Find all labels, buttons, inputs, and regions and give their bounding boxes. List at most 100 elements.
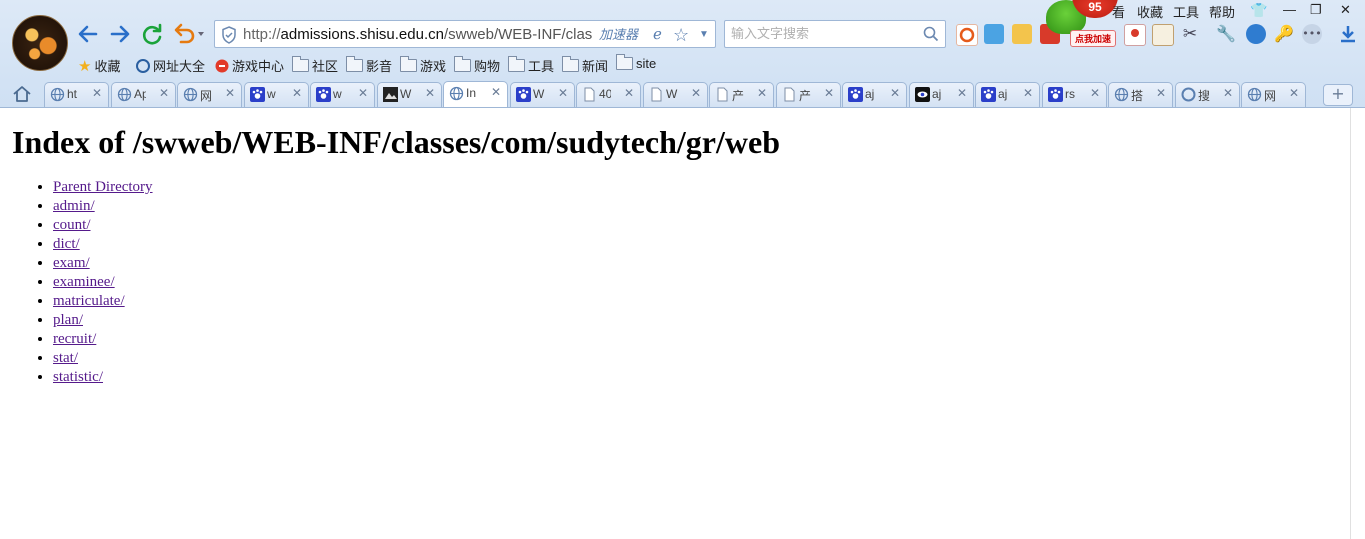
tab[interactable]: W ✕ xyxy=(643,82,708,107)
menu-item-help[interactable]: 帮助 xyxy=(1209,2,1235,21)
tab[interactable]: aj ✕ xyxy=(975,82,1040,107)
bookmark-folder-community[interactable]: 社区 xyxy=(292,56,338,75)
tab[interactable]: 网 ✕ xyxy=(1241,82,1306,107)
tab[interactable]: 产 ✕ xyxy=(709,82,774,107)
address-dropdown-icon[interactable]: ▼ xyxy=(699,21,709,49)
tab[interactable]: w ✕ xyxy=(310,82,375,107)
close-tab-icon[interactable]: ✕ xyxy=(292,86,302,100)
sogou-extension-icon[interactable] xyxy=(956,24,978,46)
vertical-scrollbar[interactable] xyxy=(1350,108,1365,539)
tab[interactable]: 产 ✕ xyxy=(776,82,841,107)
menu-item-tools[interactable]: 工具 xyxy=(1173,2,1199,21)
tab[interactable]: 40 ✕ xyxy=(576,82,641,107)
tab-active[interactable]: In ✕ xyxy=(443,81,508,107)
key-icon[interactable]: 🔑 xyxy=(1274,24,1294,44)
bookmark-folder-shopping[interactable]: 购物 xyxy=(454,56,500,75)
map-pin-extension-icon[interactable] xyxy=(1124,24,1146,46)
tab[interactable]: 搭 ✕ xyxy=(1108,82,1173,107)
download-icon[interactable] xyxy=(1338,24,1358,44)
notepad-extension-icon[interactable] xyxy=(1152,24,1174,46)
tab[interactable]: W ✕ xyxy=(377,82,442,107)
dir-link-count[interactable]: count/ xyxy=(53,217,91,233)
tab[interactable]: Ap ✕ xyxy=(111,82,176,107)
tab[interactable]: w ✕ xyxy=(244,82,309,107)
dir-link-examinee[interactable]: examinee/ xyxy=(53,274,115,290)
close-window-button[interactable]: ✕ xyxy=(1340,2,1351,18)
forward-button[interactable] xyxy=(108,22,132,46)
close-tab-icon[interactable]: ✕ xyxy=(1090,86,1100,100)
close-tab-icon[interactable]: ✕ xyxy=(1023,86,1033,100)
tab[interactable]: aj ✕ xyxy=(842,82,907,107)
page-icon xyxy=(649,87,664,102)
close-tab-icon[interactable]: ✕ xyxy=(358,86,368,100)
tab[interactable]: W ✕ xyxy=(510,82,575,107)
bookmark-folder-games[interactable]: 游戏 xyxy=(400,56,446,75)
tab[interactable]: ht ✕ xyxy=(44,82,109,107)
bookmark-site-directory[interactable]: 网址大全 xyxy=(136,56,205,75)
accelerator-label[interactable]: 加速器 xyxy=(599,21,638,49)
bookmark-folder-site[interactable]: site xyxy=(616,54,656,71)
restore-button[interactable]: ❐ xyxy=(1310,2,1322,18)
close-tab-icon[interactable]: ✕ xyxy=(691,86,701,100)
cloud-extension-icon[interactable] xyxy=(984,24,1004,44)
close-tab-icon[interactable]: ✕ xyxy=(1223,86,1233,100)
dir-link-admin[interactable]: admin/ xyxy=(53,198,95,214)
security-shield-icon[interactable] xyxy=(221,26,237,44)
close-tab-icon[interactable]: ✕ xyxy=(159,86,169,100)
user-avatar[interactable] xyxy=(12,15,68,71)
dir-link-matriculate[interactable]: matriculate/ xyxy=(53,293,125,309)
speedup-button[interactable]: 点我加速 xyxy=(1070,30,1117,47)
screen-extension-icon[interactable] xyxy=(1012,24,1032,44)
close-tab-icon[interactable]: ✕ xyxy=(225,86,235,100)
scissors-icon[interactable]: ✂ xyxy=(1180,24,1200,44)
tab[interactable]: rs ✕ xyxy=(1042,82,1107,107)
refresh-button[interactable] xyxy=(140,22,164,46)
close-tab-icon[interactable]: ✕ xyxy=(491,85,501,99)
close-tab-icon[interactable]: ✕ xyxy=(425,86,435,100)
close-tab-icon[interactable]: ✕ xyxy=(624,86,634,100)
ie-compat-icon[interactable]: ℯ xyxy=(653,21,662,49)
dir-link-dict[interactable]: dict/ xyxy=(53,236,80,252)
dir-link-recruit[interactable]: recruit/ xyxy=(53,331,96,347)
tab[interactable]: 网 ✕ xyxy=(177,82,242,107)
back-button[interactable] xyxy=(76,22,100,46)
home-icon[interactable] xyxy=(12,85,32,103)
close-tab-icon[interactable]: ✕ xyxy=(890,86,900,100)
skin-icon[interactable]: 👕 xyxy=(1250,2,1267,19)
close-tab-icon[interactable]: ✕ xyxy=(957,86,967,100)
url-text[interactable]: http://admissions.shisu.edu.cn/swweb/WEB… xyxy=(243,21,592,49)
undo-close-tab-button[interactable] xyxy=(172,22,204,46)
bookmark-folder-media[interactable]: 影音 xyxy=(346,56,392,75)
close-tab-icon[interactable]: ✕ xyxy=(1156,86,1166,100)
dir-link-stat[interactable]: stat/ xyxy=(53,350,78,366)
dir-link-plan[interactable]: plan/ xyxy=(53,312,83,328)
dir-link-statistic[interactable]: statistic/ xyxy=(53,369,103,385)
paw-icon xyxy=(316,87,331,102)
browser-logo-icon[interactable] xyxy=(1246,24,1266,44)
undo-icon xyxy=(174,23,204,44)
minimize-button[interactable]: — xyxy=(1283,2,1296,17)
search-icon[interactable] xyxy=(923,26,939,42)
bookmark-game-center[interactable]: 游戏中心 xyxy=(215,56,284,75)
close-tab-icon[interactable]: ✕ xyxy=(92,86,102,100)
new-tab-button[interactable]: + xyxy=(1323,84,1353,106)
address-bar[interactable]: http://admissions.shisu.edu.cn/swweb/WEB… xyxy=(214,20,716,48)
close-tab-icon[interactable]: ✕ xyxy=(824,86,834,100)
parent-directory-link[interactable]: Parent Directory xyxy=(53,179,153,195)
more-icon[interactable]: ••• xyxy=(1302,24,1322,44)
menu-item-view[interactable]: 看 xyxy=(1112,2,1125,21)
tab[interactable]: aj ✕ xyxy=(909,82,974,107)
close-tab-icon[interactable]: ✕ xyxy=(1289,86,1299,100)
bookmark-folder-news[interactable]: 新闻 xyxy=(562,56,608,75)
menu-item-favorites[interactable]: 收藏 xyxy=(1137,2,1163,21)
bookmark-folder-tools[interactable]: 工具 xyxy=(508,56,554,75)
bookmark-favorites[interactable]: ★ 收藏 xyxy=(78,56,120,75)
close-tab-icon[interactable]: ✕ xyxy=(558,86,568,100)
list-item: matriculate/ xyxy=(53,292,153,311)
dir-link-exam[interactable]: exam/ xyxy=(53,255,90,271)
search-box[interactable]: 输入文字搜索 xyxy=(724,20,946,48)
tab[interactable]: 搜 ✕ xyxy=(1175,82,1240,107)
wrench-icon[interactable]: 🔧 xyxy=(1216,24,1236,44)
close-tab-icon[interactable]: ✕ xyxy=(757,86,767,100)
bookmark-star-icon[interactable]: ☆ xyxy=(673,21,689,49)
